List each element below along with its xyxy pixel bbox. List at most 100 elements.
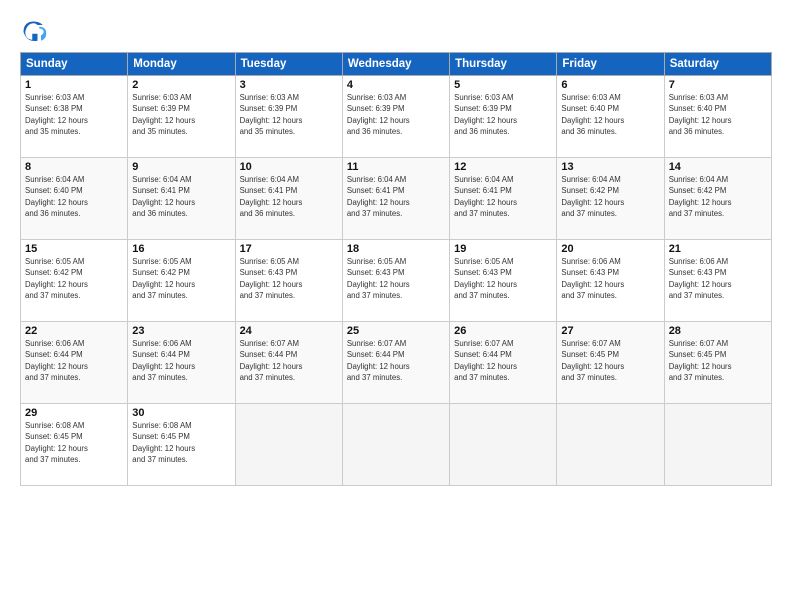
- day-info: Sunrise: 6:04 AM Sunset: 6:41 PM Dayligh…: [454, 174, 552, 219]
- day-number: 13: [561, 161, 659, 173]
- col-header-saturday: Saturday: [664, 53, 771, 76]
- calendar-week-row: 8Sunrise: 6:04 AM Sunset: 6:40 PM Daylig…: [21, 158, 772, 240]
- day-info: Sunrise: 6:08 AM Sunset: 6:45 PM Dayligh…: [132, 420, 230, 465]
- day-number: 7: [669, 79, 767, 91]
- logo-icon: [20, 18, 48, 46]
- col-header-monday: Monday: [128, 53, 235, 76]
- calendar-cell: [342, 404, 449, 486]
- calendar-cell: 2Sunrise: 6:03 AM Sunset: 6:39 PM Daylig…: [128, 76, 235, 158]
- calendar-cell: 3Sunrise: 6:03 AM Sunset: 6:39 PM Daylig…: [235, 76, 342, 158]
- day-number: 15: [25, 243, 123, 255]
- day-number: 27: [561, 325, 659, 337]
- calendar-cell: [557, 404, 664, 486]
- day-info: Sunrise: 6:06 AM Sunset: 6:43 PM Dayligh…: [669, 256, 767, 301]
- calendar-week-row: 22Sunrise: 6:06 AM Sunset: 6:44 PM Dayli…: [21, 322, 772, 404]
- day-info: Sunrise: 6:03 AM Sunset: 6:39 PM Dayligh…: [347, 92, 445, 137]
- calendar-header-row: SundayMondayTuesdayWednesdayThursdayFrid…: [21, 53, 772, 76]
- day-number: 4: [347, 79, 445, 91]
- calendar-cell: 19Sunrise: 6:05 AM Sunset: 6:43 PM Dayli…: [450, 240, 557, 322]
- day-number: 26: [454, 325, 552, 337]
- day-info: Sunrise: 6:03 AM Sunset: 6:40 PM Dayligh…: [561, 92, 659, 137]
- day-number: 6: [561, 79, 659, 91]
- calendar-table: SundayMondayTuesdayWednesdayThursdayFrid…: [20, 52, 772, 486]
- day-info: Sunrise: 6:04 AM Sunset: 6:42 PM Dayligh…: [561, 174, 659, 219]
- calendar-cell: 7Sunrise: 6:03 AM Sunset: 6:40 PM Daylig…: [664, 76, 771, 158]
- day-number: 30: [132, 407, 230, 419]
- page: SundayMondayTuesdayWednesdayThursdayFrid…: [0, 0, 792, 612]
- day-info: Sunrise: 6:07 AM Sunset: 6:44 PM Dayligh…: [454, 338, 552, 383]
- day-number: 17: [240, 243, 338, 255]
- day-info: Sunrise: 6:05 AM Sunset: 6:42 PM Dayligh…: [25, 256, 123, 301]
- day-number: 22: [25, 325, 123, 337]
- day-info: Sunrise: 6:05 AM Sunset: 6:43 PM Dayligh…: [347, 256, 445, 301]
- calendar-cell: 11Sunrise: 6:04 AM Sunset: 6:41 PM Dayli…: [342, 158, 449, 240]
- day-number: 29: [25, 407, 123, 419]
- calendar-cell: 17Sunrise: 6:05 AM Sunset: 6:43 PM Dayli…: [235, 240, 342, 322]
- calendar-cell: 27Sunrise: 6:07 AM Sunset: 6:45 PM Dayli…: [557, 322, 664, 404]
- day-info: Sunrise: 6:03 AM Sunset: 6:39 PM Dayligh…: [132, 92, 230, 137]
- calendar-cell: 18Sunrise: 6:05 AM Sunset: 6:43 PM Dayli…: [342, 240, 449, 322]
- calendar-cell: [235, 404, 342, 486]
- day-info: Sunrise: 6:05 AM Sunset: 6:42 PM Dayligh…: [132, 256, 230, 301]
- col-header-sunday: Sunday: [21, 53, 128, 76]
- calendar-week-row: 15Sunrise: 6:05 AM Sunset: 6:42 PM Dayli…: [21, 240, 772, 322]
- calendar-cell: 25Sunrise: 6:07 AM Sunset: 6:44 PM Dayli…: [342, 322, 449, 404]
- day-info: Sunrise: 6:04 AM Sunset: 6:41 PM Dayligh…: [347, 174, 445, 219]
- calendar-cell: 6Sunrise: 6:03 AM Sunset: 6:40 PM Daylig…: [557, 76, 664, 158]
- day-number: 18: [347, 243, 445, 255]
- col-header-thursday: Thursday: [450, 53, 557, 76]
- calendar-cell: 13Sunrise: 6:04 AM Sunset: 6:42 PM Dayli…: [557, 158, 664, 240]
- calendar-cell: 4Sunrise: 6:03 AM Sunset: 6:39 PM Daylig…: [342, 76, 449, 158]
- calendar-cell: 21Sunrise: 6:06 AM Sunset: 6:43 PM Dayli…: [664, 240, 771, 322]
- day-info: Sunrise: 6:07 AM Sunset: 6:44 PM Dayligh…: [347, 338, 445, 383]
- logo: [20, 18, 52, 46]
- day-number: 21: [669, 243, 767, 255]
- day-info: Sunrise: 6:06 AM Sunset: 6:43 PM Dayligh…: [561, 256, 659, 301]
- day-info: Sunrise: 6:05 AM Sunset: 6:43 PM Dayligh…: [240, 256, 338, 301]
- calendar-week-row: 1Sunrise: 6:03 AM Sunset: 6:38 PM Daylig…: [21, 76, 772, 158]
- day-info: Sunrise: 6:07 AM Sunset: 6:44 PM Dayligh…: [240, 338, 338, 383]
- col-header-wednesday: Wednesday: [342, 53, 449, 76]
- day-info: Sunrise: 6:03 AM Sunset: 6:39 PM Dayligh…: [240, 92, 338, 137]
- day-number: 23: [132, 325, 230, 337]
- day-info: Sunrise: 6:07 AM Sunset: 6:45 PM Dayligh…: [561, 338, 659, 383]
- day-number: 16: [132, 243, 230, 255]
- day-number: 9: [132, 161, 230, 173]
- day-number: 19: [454, 243, 552, 255]
- day-info: Sunrise: 6:05 AM Sunset: 6:43 PM Dayligh…: [454, 256, 552, 301]
- day-info: Sunrise: 6:03 AM Sunset: 6:38 PM Dayligh…: [25, 92, 123, 137]
- day-number: 1: [25, 79, 123, 91]
- day-number: 2: [132, 79, 230, 91]
- day-number: 5: [454, 79, 552, 91]
- day-number: 10: [240, 161, 338, 173]
- calendar-cell: 30Sunrise: 6:08 AM Sunset: 6:45 PM Dayli…: [128, 404, 235, 486]
- col-header-friday: Friday: [557, 53, 664, 76]
- day-info: Sunrise: 6:06 AM Sunset: 6:44 PM Dayligh…: [132, 338, 230, 383]
- calendar-cell: 22Sunrise: 6:06 AM Sunset: 6:44 PM Dayli…: [21, 322, 128, 404]
- day-info: Sunrise: 6:04 AM Sunset: 6:41 PM Dayligh…: [240, 174, 338, 219]
- calendar-cell: 29Sunrise: 6:08 AM Sunset: 6:45 PM Dayli…: [21, 404, 128, 486]
- day-info: Sunrise: 6:04 AM Sunset: 6:42 PM Dayligh…: [669, 174, 767, 219]
- day-info: Sunrise: 6:03 AM Sunset: 6:39 PM Dayligh…: [454, 92, 552, 137]
- calendar-cell: 14Sunrise: 6:04 AM Sunset: 6:42 PM Dayli…: [664, 158, 771, 240]
- day-info: Sunrise: 6:08 AM Sunset: 6:45 PM Dayligh…: [25, 420, 123, 465]
- calendar-cell: 10Sunrise: 6:04 AM Sunset: 6:41 PM Dayli…: [235, 158, 342, 240]
- calendar-week-row: 29Sunrise: 6:08 AM Sunset: 6:45 PM Dayli…: [21, 404, 772, 486]
- day-info: Sunrise: 6:07 AM Sunset: 6:45 PM Dayligh…: [669, 338, 767, 383]
- calendar-cell: 28Sunrise: 6:07 AM Sunset: 6:45 PM Dayli…: [664, 322, 771, 404]
- calendar-cell: 24Sunrise: 6:07 AM Sunset: 6:44 PM Dayli…: [235, 322, 342, 404]
- calendar-cell: 20Sunrise: 6:06 AM Sunset: 6:43 PM Dayli…: [557, 240, 664, 322]
- day-number: 25: [347, 325, 445, 337]
- calendar-cell: 26Sunrise: 6:07 AM Sunset: 6:44 PM Dayli…: [450, 322, 557, 404]
- day-number: 3: [240, 79, 338, 91]
- day-number: 28: [669, 325, 767, 337]
- calendar-cell: [450, 404, 557, 486]
- calendar-cell: 12Sunrise: 6:04 AM Sunset: 6:41 PM Dayli…: [450, 158, 557, 240]
- day-info: Sunrise: 6:06 AM Sunset: 6:44 PM Dayligh…: [25, 338, 123, 383]
- day-info: Sunrise: 6:04 AM Sunset: 6:40 PM Dayligh…: [25, 174, 123, 219]
- day-info: Sunrise: 6:04 AM Sunset: 6:41 PM Dayligh…: [132, 174, 230, 219]
- calendar-cell: 9Sunrise: 6:04 AM Sunset: 6:41 PM Daylig…: [128, 158, 235, 240]
- day-number: 12: [454, 161, 552, 173]
- col-header-tuesday: Tuesday: [235, 53, 342, 76]
- header: [20, 18, 772, 46]
